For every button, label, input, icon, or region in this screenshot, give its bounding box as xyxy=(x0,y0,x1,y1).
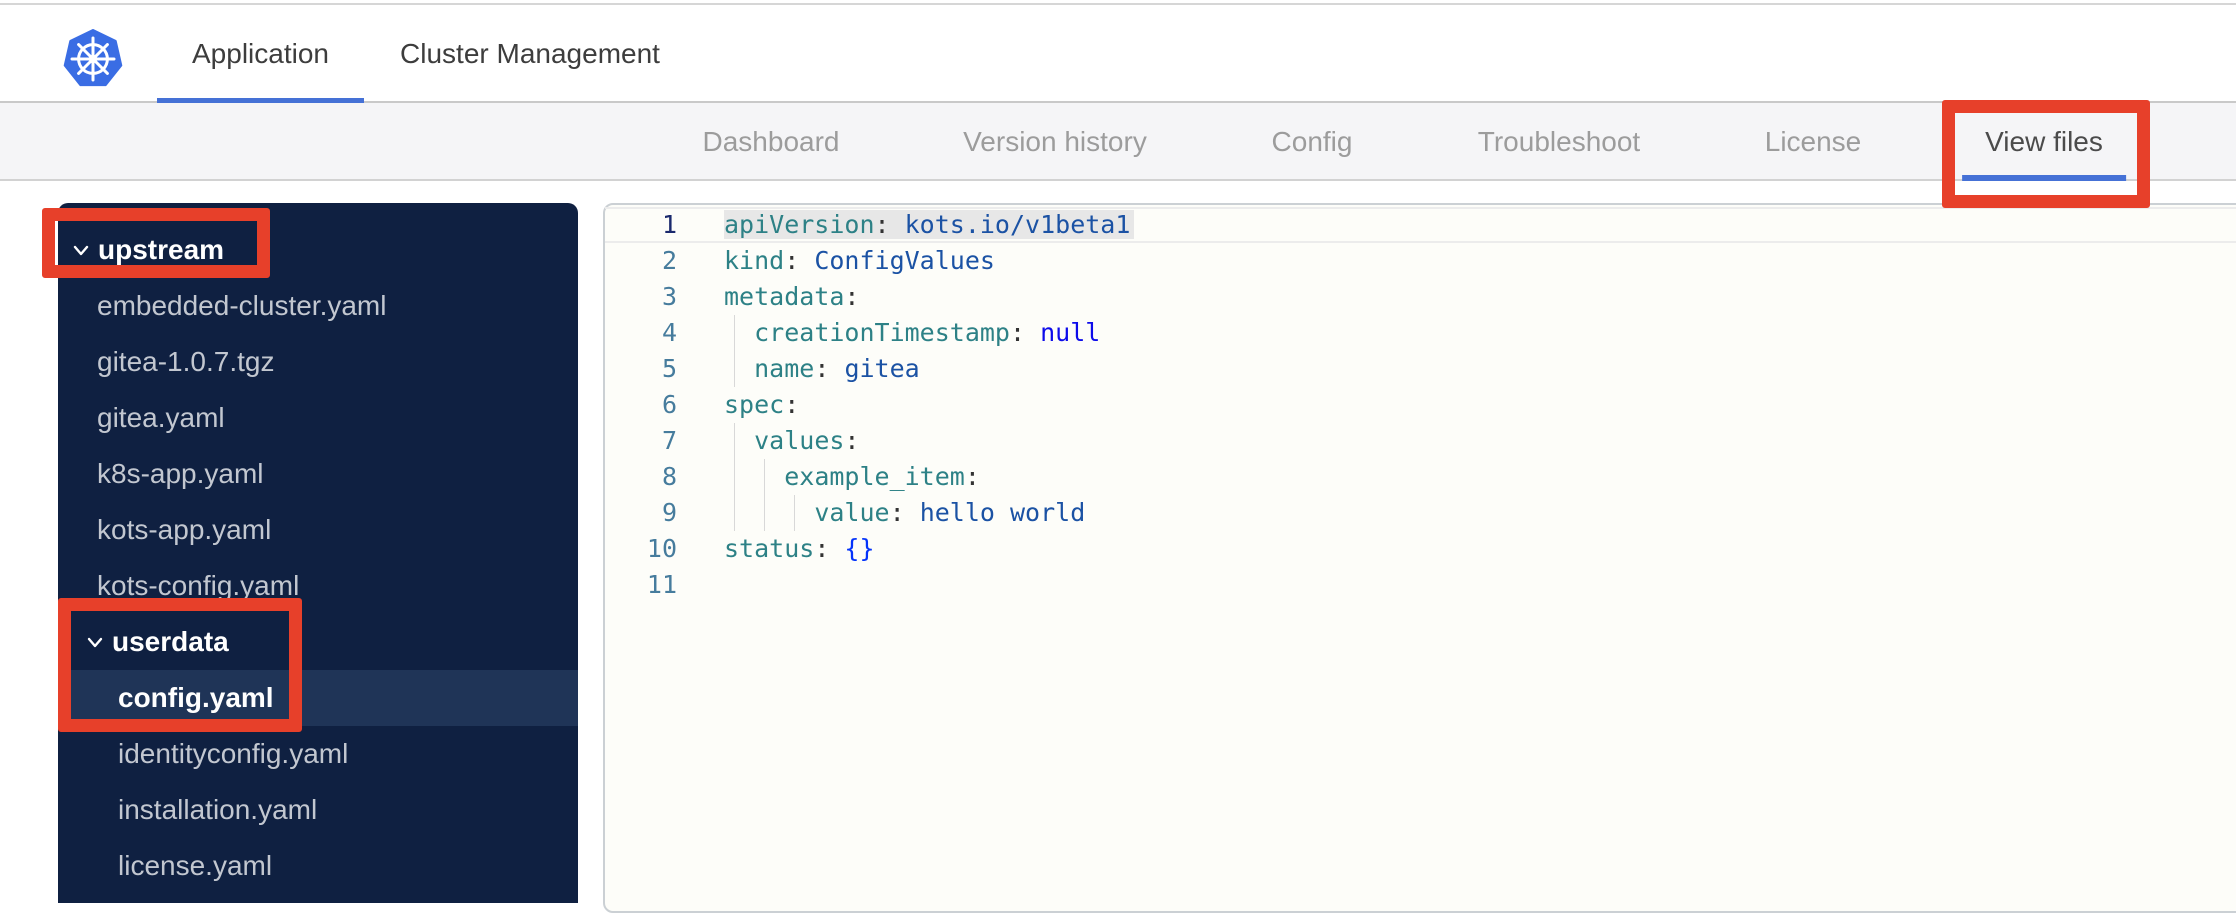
code-text: spec: xyxy=(724,390,800,419)
code-line-3[interactable]: 3 metadata: xyxy=(605,279,2236,315)
indent-guide xyxy=(734,423,735,459)
code-line-10[interactable]: 10 status: {} xyxy=(605,531,2236,567)
file-tree-sidebar: upstream embedded-cluster.yaml gitea-1.0.7… xyxy=(58,203,578,903)
line-number: 4 xyxy=(661,318,677,347)
tree-item-label: kots-app.yaml xyxy=(97,514,272,545)
code-line-2[interactable]: 2 kind: ConfigValues xyxy=(605,243,2236,279)
tab-version-history[interactable]: Version history xyxy=(940,103,1170,181)
code-line-5[interactable]: 5 name: gitea xyxy=(605,351,2236,387)
tree-folder-upstream[interactable]: upstream xyxy=(58,222,578,278)
indent-guide xyxy=(734,351,735,387)
tree-file-identityconfig.yaml[interactable]: identityconfig.yaml xyxy=(58,726,578,782)
line-number: 8 xyxy=(661,462,677,491)
tab-troubleshoot[interactable]: Troubleshoot xyxy=(1455,103,1663,181)
code-line-9[interactable]: 9 value: hello world xyxy=(605,495,2236,531)
line-number: 6 xyxy=(661,390,677,419)
code-text: status: {} xyxy=(724,534,875,563)
tab-view-files[interactable]: View files xyxy=(1962,103,2126,181)
tree-folder-userdata[interactable]: userdata xyxy=(58,614,578,670)
line-number: 10 xyxy=(646,534,677,563)
code-text: apiVersion: kots.io/v1beta1 xyxy=(677,207,2236,243)
chevron-down-icon[interactable] xyxy=(84,631,106,653)
code-text: creationTimestamp: null xyxy=(677,315,2236,351)
indent-guide xyxy=(734,315,735,351)
line-number: 3 xyxy=(661,282,677,311)
code-line-11[interactable]: 11 xyxy=(605,567,2236,603)
code-text: name: gitea xyxy=(677,351,2236,387)
line-number: 7 xyxy=(661,426,677,455)
tree-item-label: config.yaml xyxy=(118,682,274,713)
code-line-1[interactable]: 1 apiVersion: kots.io/v1beta1 xyxy=(605,207,2236,243)
code-text: metadata: xyxy=(724,282,860,311)
line-number: 2 xyxy=(661,246,677,275)
line-number: 11 xyxy=(646,570,677,599)
tab-config[interactable]: Config xyxy=(1249,103,1376,181)
tree-item-label: license.yaml xyxy=(118,850,273,881)
app-subnav: Dashboard Version history Config Troublesho… xyxy=(0,103,2236,181)
kubernetes-logo-icon xyxy=(63,29,123,89)
tree-file-config.yaml[interactable]: config.yaml xyxy=(58,670,578,726)
file-content-editor[interactable]: 1 apiVersion: kots.io/v1beta1 2 kind: Confi… xyxy=(603,203,2236,913)
code-text: kind: ConfigValues xyxy=(724,246,995,275)
tree-item-label: userdata xyxy=(112,626,229,657)
code-text: values: xyxy=(677,423,2236,459)
tree-item-label: k8s-app.yaml xyxy=(97,458,264,489)
tree-file-embedded-cluster.yaml[interactable]: embedded-cluster.yaml xyxy=(58,278,578,334)
indent-guide xyxy=(734,495,735,531)
tree-file-k8s-app.yaml[interactable]: k8s-app.yaml xyxy=(58,446,578,502)
tree-item-label: identityconfig.yaml xyxy=(118,738,349,769)
code-line-4[interactable]: 4 creationTimestamp: null xyxy=(605,315,2236,351)
header: Application Cluster Management xyxy=(0,5,2236,103)
tree-item-label: installation.yaml xyxy=(118,794,318,825)
tree-file-installation.yaml[interactable]: installation.yaml xyxy=(58,782,578,838)
tree-item-label: upstream xyxy=(98,234,225,265)
indent-guide xyxy=(764,495,766,531)
code-line-8[interactable]: 8 example_item: xyxy=(605,459,2236,495)
tree-file-kots-config.yaml[interactable]: kots-config.yaml xyxy=(58,558,578,614)
code-line-7[interactable]: 7 values: xyxy=(605,423,2236,459)
tree-item-label: kots-config.yaml xyxy=(97,570,300,601)
chevron-down-icon[interactable] xyxy=(70,239,92,261)
tree-item-label: gitea.yaml xyxy=(97,402,225,433)
indent-guide xyxy=(734,459,735,495)
code-text: example_item: xyxy=(677,459,2236,495)
tab-dashboard[interactable]: Dashboard xyxy=(680,103,863,181)
tree-item-label: embedded-cluster.yaml xyxy=(97,290,387,321)
tab-application[interactable]: Application xyxy=(157,5,364,103)
line-number: 5 xyxy=(661,354,677,383)
tree-item-label: gitea-1.0.7.tgz xyxy=(97,346,275,377)
indent-guide xyxy=(764,459,766,495)
selection-highlight: apiVersion: kots.io/v1beta1 xyxy=(724,210,1135,239)
tree-file-gitea-1.0.7.tgz[interactable]: gitea-1.0.7.tgz xyxy=(58,334,578,390)
indent-guide xyxy=(794,495,796,531)
code-line-6[interactable]: 6 spec: xyxy=(605,387,2236,423)
tree-file-gitea.yaml[interactable]: gitea.yaml xyxy=(58,390,578,446)
tree-file-kots-app.yaml[interactable]: kots-app.yaml xyxy=(58,502,578,558)
line-number: 9 xyxy=(661,498,677,527)
line-number: 1 xyxy=(661,210,677,239)
code-text: value: hello world xyxy=(677,495,2236,531)
tree-file-license.yaml[interactable]: license.yaml xyxy=(58,838,578,894)
tab-license[interactable]: License xyxy=(1742,103,1885,181)
tab-cluster-management[interactable]: Cluster Management xyxy=(380,5,680,103)
